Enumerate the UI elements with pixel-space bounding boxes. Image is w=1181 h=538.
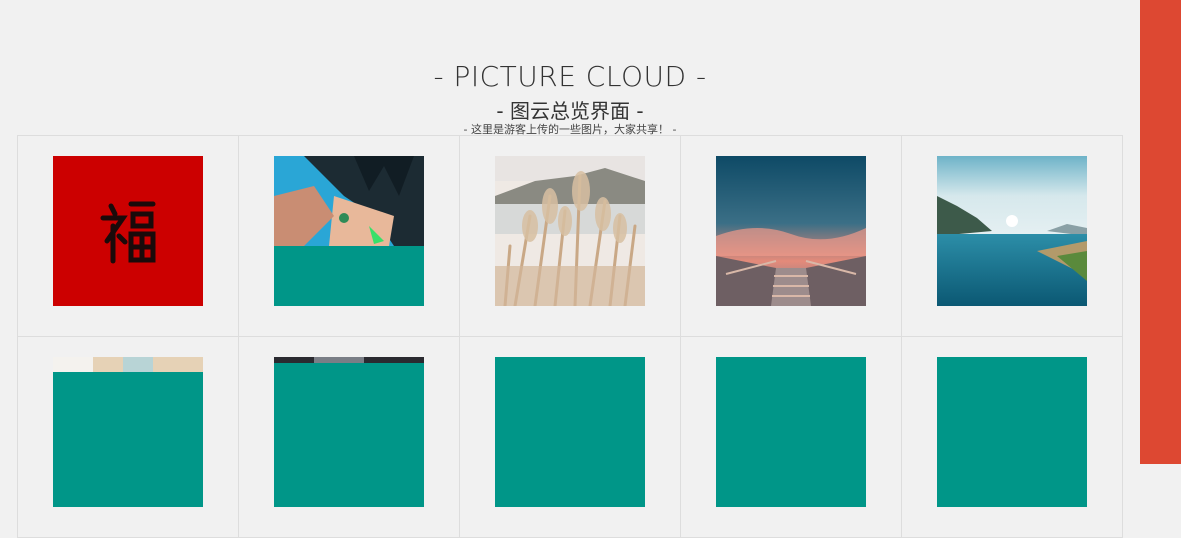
page-title: - PICTURE CLOUD - — [433, 60, 707, 93]
loading-picture-3[interactable] — [495, 357, 645, 507]
grid-cell — [460, 337, 681, 538]
loading-picture-5[interactable] — [937, 357, 1087, 507]
loading-picture-4[interactable] — [716, 357, 866, 507]
mountain-lake-picture[interactable] — [937, 156, 1087, 306]
grid-cell — [239, 337, 460, 538]
page-subtitle: - 图云总览界面 - — [496, 99, 644, 123]
anime-girl-picture[interactable] — [274, 156, 424, 306]
grid-cell — [18, 337, 239, 538]
sunset-stairs-picture[interactable] — [716, 156, 866, 306]
grid-cell — [681, 337, 902, 538]
loading-picture-1[interactable] — [53, 357, 203, 507]
reed-grass-lake-picture[interactable] — [495, 156, 645, 306]
grid-cell — [902, 136, 1123, 337]
grid-cell — [18, 136, 239, 337]
fu-character-picture[interactable] — [53, 156, 203, 306]
loading-picture-2[interactable] — [274, 357, 424, 507]
grid-row — [18, 136, 1123, 337]
side-accent-bar — [1140, 0, 1181, 464]
grid-cell — [460, 136, 681, 337]
page-header: - PICTURE CLOUD - - 图云总览界面 - - 这里是游客上传的一… — [0, 0, 1140, 140]
picture-grid — [17, 135, 1123, 538]
grid-cell — [239, 136, 460, 337]
grid-cell — [902, 337, 1123, 538]
grid-cell — [681, 136, 902, 337]
grid-row — [18, 337, 1123, 538]
